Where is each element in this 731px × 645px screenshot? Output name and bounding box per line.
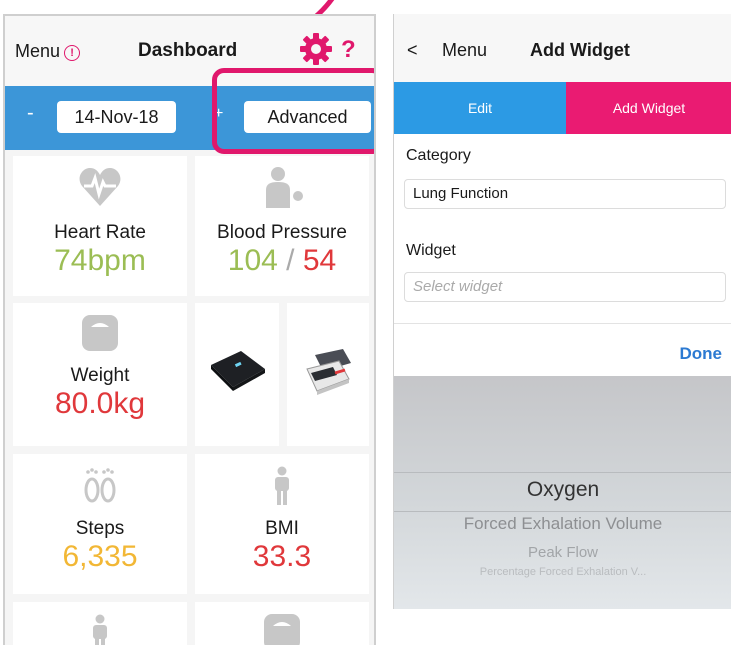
- add-widget-nav-bar: < Menu Add Widget: [394, 14, 731, 82]
- scale-icon: [82, 315, 118, 351]
- bmi-label: BMI: [265, 518, 299, 539]
- weight-value: 80.0kg: [54, 387, 146, 420]
- person-icon: [266, 167, 303, 208]
- tab-edit[interactable]: Edit: [394, 82, 566, 134]
- heart-rate-label: Heart Rate: [54, 222, 146, 243]
- weight-tile[interactable]: Weight 80.0kg: [13, 303, 187, 446]
- scale-icon: [264, 614, 300, 645]
- bmi-tile[interactable]: BMI 33.3: [195, 454, 369, 594]
- heart-rate-tile[interactable]: Heart Rate 74bpm: [13, 156, 187, 296]
- heart-rate-value: 74bpm: [54, 244, 146, 277]
- alert-circle-icon: !: [64, 45, 81, 61]
- picker-option[interactable]: Percentage Forced Exhalation V...: [394, 566, 731, 578]
- menu-back-button[interactable]: Menu: [442, 40, 487, 61]
- date-field[interactable]: 14-Nov-18: [57, 101, 176, 133]
- steps-label: Steps: [75, 518, 125, 539]
- page-title: Add Widget: [530, 40, 630, 60]
- picker-option[interactable]: Oxygen: [394, 478, 731, 502]
- bp-monitor-image: [306, 349, 351, 395]
- tab-add-widget[interactable]: Add Widget: [566, 82, 731, 134]
- smart-scale-image: [211, 351, 265, 391]
- steps-tile[interactable]: Steps 6,335: [13, 454, 187, 594]
- menu-button[interactable]: Menu!: [15, 41, 81, 62]
- blood-pressure-value: 104 / 54: [195, 244, 369, 278]
- blood-pressure-tile[interactable]: Blood Pressure 104 / 54: [195, 156, 369, 296]
- widget-picker[interactable]: Oxygen Forced Exhalation Volume Peak Flo…: [394, 376, 731, 609]
- widget-select-field[interactable]: Select widget: [404, 272, 726, 302]
- heart-icon: [79, 168, 121, 206]
- diastolic-value: 54: [302, 244, 337, 277]
- advanced-highlight-box: [212, 68, 374, 154]
- bp-separator: /: [286, 244, 295, 277]
- gear-icon[interactable]: [299, 32, 333, 66]
- picker-option[interactable]: Peak Flow: [394, 544, 731, 561]
- widget-label: Widget: [406, 242, 456, 259]
- height-tile[interactable]: [13, 602, 187, 645]
- systolic-value: 104: [227, 244, 278, 277]
- standing-person-icon: [93, 614, 107, 645]
- steps-value: 6,335: [62, 540, 138, 573]
- done-button[interactable]: Done: [680, 344, 723, 364]
- smart-scale-device-tile[interactable]: [195, 303, 279, 446]
- category-label: Category: [406, 147, 471, 164]
- bmi-value: 33.3: [252, 540, 312, 573]
- bp-monitor-device-tile[interactable]: [287, 303, 369, 446]
- dashboard-screen: Menu! Dashboard ? - 14-Nov-18 + Advanced…: [3, 14, 376, 645]
- back-chevron-icon[interactable]: <: [407, 40, 418, 61]
- help-icon[interactable]: ?: [341, 36, 356, 64]
- footprints-icon: [84, 468, 116, 503]
- blood-pressure-label: Blood Pressure: [217, 222, 347, 243]
- standing-person-icon: [275, 466, 289, 505]
- picker-option[interactable]: Forced Exhalation Volume: [394, 514, 731, 534]
- weight-label: Weight: [70, 365, 130, 386]
- widget-tabs: Edit Add Widget: [394, 82, 731, 134]
- previous-date-button[interactable]: -: [27, 102, 34, 125]
- weight-scale-tile[interactable]: [195, 602, 369, 645]
- page-title: Dashboard: [138, 40, 238, 61]
- add-widget-screen: < Menu Add Widget Edit Add Widget Catego…: [393, 14, 731, 609]
- divider: [394, 323, 731, 324]
- category-field[interactable]: Lung Function: [404, 179, 726, 209]
